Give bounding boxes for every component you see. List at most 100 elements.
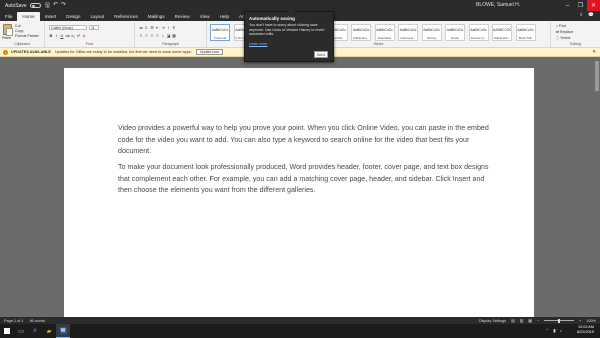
sort-icon[interactable]: ↕ xyxy=(167,25,171,31)
tab-layout[interactable]: Layout xyxy=(85,12,109,21)
format-painter-button[interactable]: Format Painter xyxy=(15,34,39,38)
share-icon[interactable]: ⇪ xyxy=(579,12,583,18)
zoom-in-icon[interactable]: + xyxy=(579,319,581,323)
style-tile[interactable]: AaBbCcDc Intense Q... xyxy=(468,24,489,41)
style-sample: AaBbCcDc xyxy=(470,28,487,32)
print-layout-icon[interactable]: ▥ xyxy=(520,318,524,323)
word-count[interactable]: 96 words xyxy=(29,319,44,323)
show-marks-icon[interactable]: ¶ xyxy=(172,25,176,31)
start-button[interactable] xyxy=(0,324,14,338)
undo-icon[interactable]: ↶ xyxy=(53,1,58,11)
body-paragraph[interactable]: To make your document look professionall… xyxy=(118,162,493,197)
zoom-out-icon[interactable]: − xyxy=(537,319,539,323)
font-format-buttons: B I U ab x₂ x² A xyxy=(49,33,86,38)
tab-review[interactable]: Review xyxy=(170,12,195,21)
bullets-icon[interactable]: ≔ xyxy=(139,25,143,31)
strikethrough-icon[interactable]: ab xyxy=(66,33,70,38)
font-name-box[interactable]: Calibri (Body) xyxy=(49,25,87,30)
align-left-icon[interactable]: ≡ xyxy=(139,33,143,38)
tab-home[interactable]: Home xyxy=(17,12,40,21)
file-explorer-icon[interactable]: ▰ xyxy=(42,324,56,338)
windows-taskbar: ▭ e ▰ W ⌃ ▮ ♪ 12:03 AM 8/22/2019 xyxy=(0,324,600,338)
minimize-icon[interactable]: – xyxy=(561,0,574,11)
vertical-scrollbar[interactable] xyxy=(594,57,600,317)
tab-help[interactable]: Help xyxy=(215,12,234,21)
update-bar-message: Updates for Office are ready to be insta… xyxy=(54,50,192,54)
bold-icon[interactable]: B xyxy=(49,33,53,38)
network-icon[interactable]: ▮ xyxy=(553,328,555,334)
superscript-icon[interactable]: x² xyxy=(77,33,81,38)
close-icon[interactable]: ✕ xyxy=(587,0,600,11)
style-tile[interactable]: AaBbCcDc Subtle Em... xyxy=(351,24,371,41)
style-tile[interactable]: AaBbCcDc Quote xyxy=(445,24,465,41)
tab-design[interactable]: Design xyxy=(61,12,85,21)
tab-view[interactable]: View xyxy=(195,12,215,21)
document-page[interactable]: Video provides a powerful way to help yo… xyxy=(64,68,534,317)
justify-icon[interactable]: ≡ xyxy=(156,33,160,38)
scrollbar-thumb[interactable] xyxy=(595,61,599,91)
volume-icon[interactable]: ♪ xyxy=(560,328,562,334)
style-tile[interactable]: AaBbCcDc ¶ Normal xyxy=(210,24,230,41)
decrease-indent-icon[interactable]: ⇤ xyxy=(156,25,160,31)
style-tile[interactable]: AaBbCcDc Strong xyxy=(421,24,442,41)
paste-icon[interactable] xyxy=(3,24,13,36)
taskbar-word-app[interactable]: W xyxy=(56,324,70,338)
style-name: Emphasis xyxy=(377,36,392,40)
body-paragraph[interactable]: Video provides a powerful way to help yo… xyxy=(118,123,493,158)
clipboard-group: Paste Cut Copy Format Painter Clipboard xyxy=(0,22,45,47)
copy-button[interactable]: Copy xyxy=(15,29,23,33)
multilevel-list-icon[interactable]: ☰ xyxy=(150,25,154,31)
tab-file[interactable]: File xyxy=(0,12,17,21)
got-it-button[interactable]: Got it xyxy=(314,51,328,58)
redo-icon[interactable]: ↷ xyxy=(61,1,66,11)
replace-button[interactable]: ⇄ Replace xyxy=(556,30,573,34)
restore-icon[interactable]: ❐ xyxy=(574,0,587,11)
italic-icon[interactable]: I xyxy=(55,33,59,38)
find-label: Find xyxy=(559,24,567,28)
user-name[interactable]: BLOWE, Samuel H. xyxy=(476,2,520,8)
style-sample: AaBbCcDc xyxy=(517,28,534,32)
find-button[interactable]: ⌕ Find xyxy=(556,24,566,28)
borders-icon[interactable]: ▦ xyxy=(172,33,176,38)
edge-icon[interactable]: e xyxy=(28,324,42,338)
tab-insert[interactable]: Insert xyxy=(40,12,62,21)
read-mode-icon[interactable]: ▤ xyxy=(511,318,515,323)
numbering-icon[interactable]: ⒈ xyxy=(145,25,149,31)
style-tile[interactable]: AaBbCcDc Book Title xyxy=(515,24,536,41)
line-spacing-icon[interactable]: ↨ xyxy=(161,33,165,38)
zoom-slider[interactable] xyxy=(544,318,575,323)
tab-references[interactable]: References xyxy=(109,12,143,21)
style-tile[interactable]: AABBCCDC Subtle Ref... xyxy=(492,24,512,41)
subscript-icon[interactable]: x₂ xyxy=(71,33,75,38)
select-button[interactable]: ⬚ Select xyxy=(556,36,570,40)
save-icon[interactable]: 🖫 xyxy=(45,1,50,11)
font-color-icon[interactable]: A xyxy=(82,33,86,38)
tray-chevron-icon[interactable]: ⌃ xyxy=(545,328,549,334)
increase-indent-icon[interactable]: ⇥ xyxy=(161,25,165,31)
zoom-level[interactable]: 100% xyxy=(586,319,596,323)
cut-button[interactable]: Cut xyxy=(15,24,21,28)
comments-icon[interactable]: 💬 xyxy=(588,12,594,18)
taskbar-clock[interactable]: 12:03 AM 8/22/2019 xyxy=(577,325,594,335)
close-icon[interactable]: ✕ xyxy=(592,49,596,55)
update-now-button[interactable]: Update now xyxy=(195,49,224,55)
style-tile[interactable]: AaBbCcDc Emphasis xyxy=(374,24,395,41)
autosave-toggle[interactable] xyxy=(29,3,41,8)
display-settings-button[interactable]: Display Settings xyxy=(479,319,506,323)
tab-mailings[interactable]: Mailings xyxy=(143,12,170,21)
web-layout-icon[interactable]: ▦ xyxy=(528,318,532,323)
task-view-icon[interactable]: ▭ xyxy=(14,324,28,338)
underline-icon[interactable]: U xyxy=(60,33,64,38)
align-right-icon[interactable]: ≡ xyxy=(150,33,154,38)
style-tile[interactable]: AaBbCcDc Intense E... xyxy=(398,24,418,41)
page-count[interactable]: Page 1 of 1 xyxy=(4,319,23,323)
paragraph-group: ≔ ⒈ ☰ ⇤ ⇥ ↕ ¶ ≡ ≡ ≡ ≡ ↨ ◪ ▦ Paragraph xyxy=(135,22,207,47)
word-icon: W xyxy=(59,327,67,334)
warning-icon: ! xyxy=(3,49,8,55)
editing-group-label: Editing xyxy=(570,42,581,46)
shading-icon[interactable]: ◪ xyxy=(167,33,171,38)
font-size-box[interactable]: 11 xyxy=(89,25,99,30)
paste-button[interactable]: Paste xyxy=(2,36,11,40)
align-center-icon[interactable]: ≡ xyxy=(145,33,149,38)
learn-more-link[interactable]: Learn more xyxy=(249,42,267,46)
